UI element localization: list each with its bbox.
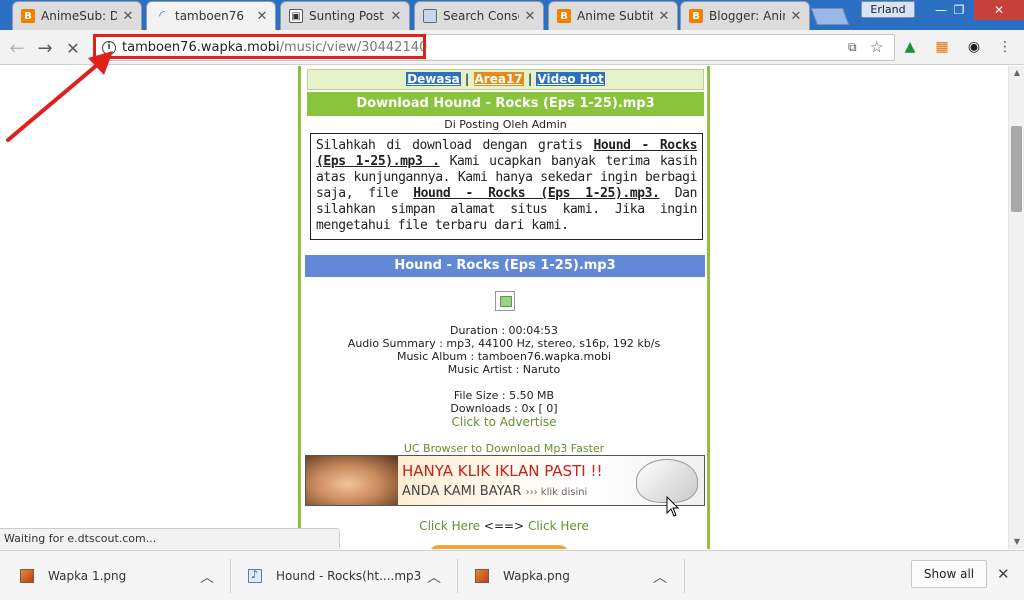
vertical-scrollbar[interactable]: ▲ ▼ (1008, 66, 1024, 549)
category-link-area17[interactable]: Area17 (473, 72, 524, 86)
ad-banner[interactable]: HANYA KLIK IKLAN PASTI !! ANDA KAMI BAYA… (305, 455, 705, 506)
bookmark-star-icon[interactable]: ☆ (870, 38, 883, 56)
broken-image-icon (495, 291, 515, 311)
divider (684, 559, 685, 593)
blogger-icon: B (21, 9, 35, 23)
mouse-cursor-icon (666, 496, 680, 517)
blogger-icon: B (557, 9, 571, 23)
download-title: Download Hound - Rocks (Eps 1-25).mp3 (307, 92, 704, 116)
tab-animesub[interactable]: B AnimeSub: De ✕ (12, 1, 142, 30)
download-filename: Wapka 1.png (48, 569, 127, 583)
camera-extension-icon[interactable]: ◉ (965, 38, 983, 56)
advertise-link[interactable]: Click to Advertise (301, 415, 707, 429)
page-viewport: Dewasa | Area17 | Video Hot Download Hou… (0, 66, 1008, 549)
sunting-icon: ▣ (289, 9, 303, 23)
new-tab-button[interactable] (810, 8, 850, 25)
download-item[interactable]: Wapka.png (475, 551, 570, 601)
download-filename: Wapka.png (503, 569, 570, 583)
close-icon[interactable]: ✕ (657, 9, 671, 24)
chevron-up-icon[interactable]: ︿ (200, 567, 214, 587)
posted-by: Di Posting Oleh Admin (444, 118, 567, 131)
download-filename: Hound - Rocks(ht....mp3 (276, 569, 422, 583)
chevron-up-icon[interactable]: ︿ (427, 567, 441, 587)
tab-label: Blogger: Anin (709, 9, 785, 23)
separator: | (464, 72, 470, 86)
close-icon[interactable]: ✕ (389, 9, 403, 24)
close-icon[interactable]: ✕ (789, 9, 803, 24)
show-all-button[interactable]: Show all (911, 560, 987, 588)
download-shelf: Wapka 1.png ︿ Hound - Rocks(ht....mp3 ︿ … (0, 550, 1024, 600)
audio-file-icon (248, 568, 262, 583)
tab-label: tamboen76 (175, 9, 244, 23)
image-file-icon (20, 569, 34, 583)
uc-browser-link[interactable]: UC Browser to Download Mp3 Faster (301, 442, 707, 455)
ad-subline-text: ANDA KAMI BAYAR (402, 484, 522, 499)
click-here-row: Click Here <==> Click Here (301, 519, 707, 533)
chevron-up-icon[interactable]: ︿ (653, 567, 667, 587)
separator: | (527, 72, 533, 86)
download-button[interactable] (429, 545, 569, 549)
page-content: Dewasa | Area17 | Video Hot Download Hou… (298, 66, 710, 549)
close-icon[interactable]: ✕ (255, 9, 269, 24)
category-bar: Dewasa | Area17 | Video Hot (307, 69, 704, 90)
tab-tamboen76[interactable]: ◜ tamboen76 ✕ (146, 1, 276, 30)
file-name-link[interactable]: Hound - Rocks (Eps 1-25).mp3. (413, 186, 660, 201)
annotation-arrow-icon (6, 51, 113, 142)
close-icon[interactable]: ✕ (997, 565, 1010, 583)
tab-label: AnimeSub: De (41, 9, 117, 23)
scroll-up-icon[interactable]: ▲ (1009, 66, 1024, 80)
file-size: File Size : 5.50 MB (453, 389, 555, 402)
scroll-down-icon[interactable]: ▼ (1009, 535, 1024, 549)
extension-icon[interactable]: ▦ (933, 38, 951, 56)
file-info: Duration : 00:04:53 Audio Summary : mp3,… (301, 324, 707, 415)
tab-blogger-anime[interactable]: B Blogger: Anin ✕ (680, 1, 810, 30)
music-album: Music Album : tamboen76.wapka.mobi (396, 350, 612, 363)
scroll-thumb[interactable] (1011, 126, 1022, 212)
click-here-link[interactable]: Click Here (528, 519, 589, 533)
download-count: Downloads : 0x [ 0] (450, 402, 558, 415)
duration: Duration : 00:04:53 (450, 324, 558, 337)
tab-label: Sunting Posti (309, 9, 385, 23)
audio-summary: Audio Summary : mp3, 44100 Hz, stereo, s… (347, 337, 661, 350)
click-here-link[interactable]: Click Here (419, 519, 480, 533)
close-icon[interactable]: ✕ (523, 9, 537, 24)
menu-icon[interactable]: ⋮ (996, 38, 1014, 56)
tab-label: Anime Subtit (577, 9, 653, 23)
search-console-icon (423, 9, 437, 23)
blogger-icon: B (689, 9, 703, 23)
tab-sunting-posting[interactable]: ▣ Sunting Posti ✕ (280, 1, 410, 30)
translate-icon[interactable]: ⧉ (848, 40, 857, 55)
tab-label: Search Conso (443, 9, 519, 23)
download-item[interactable]: Wapka 1.png (20, 551, 126, 601)
close-icon[interactable]: ✕ (121, 9, 135, 24)
image-file-icon (475, 569, 489, 583)
window-close-icon[interactable]: ✕ (974, 0, 1024, 20)
arrow-text: <==> (483, 519, 525, 533)
user-profile-button[interactable]: Erland (861, 1, 915, 18)
music-artist: Music Artist : Naruto (447, 363, 561, 376)
description-text: Silahkah di download dengan gratis (316, 138, 594, 153)
google-drive-icon[interactable]: ▲ (901, 38, 919, 56)
divider (457, 559, 458, 593)
loading-icon: ◜ (159, 8, 165, 24)
ad-person-image (306, 456, 398, 505)
description-box: Silahkah di download dengan gratis Hound… (310, 133, 703, 240)
tab-strip: B AnimeSub: De ✕ ◜ tamboen76 ✕ ▣ Sunting… (0, 0, 1024, 30)
download-item[interactable]: Hound - Rocks(ht....mp3 (248, 551, 421, 601)
category-link-video-hot[interactable]: Video Hot (536, 72, 605, 86)
status-bubble: Waiting for e.dtscout.com... (0, 528, 340, 549)
url-highlight-box (93, 34, 426, 59)
restore-icon[interactable]: ❐ (946, 0, 972, 20)
tab-search-console[interactable]: Search Conso ✕ (414, 1, 544, 30)
tab-anime-subtitle[interactable]: B Anime Subtit ✕ (548, 1, 678, 30)
ad-headline: HANYA KLIK IKLAN PASTI !! (402, 462, 603, 480)
ad-subline: ANDA KAMI BAYAR ››› klik disini (402, 484, 587, 499)
divider (230, 559, 231, 593)
category-link-dewasa[interactable]: Dewasa (406, 72, 461, 86)
song-title-bar: Hound - Rocks (Eps 1-25).mp3 (305, 255, 705, 277)
ad-click-text: ››› klik disini (525, 487, 588, 498)
